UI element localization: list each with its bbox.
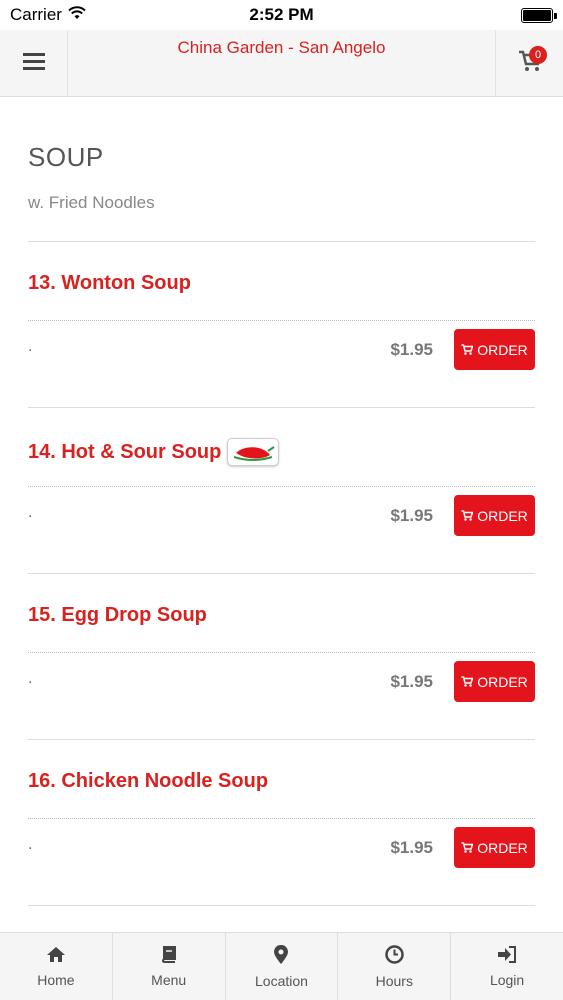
cart-icon: [461, 674, 474, 690]
home-icon: [46, 946, 66, 966]
clock-icon: [385, 944, 404, 967]
tab-login[interactable]: Login: [451, 933, 563, 1000]
item-price: $1.95: [390, 672, 433, 691]
menu-item: 13. Wonton Soup . $1.95 ORDER: [28, 242, 535, 408]
cart-icon: [461, 508, 474, 524]
order-label: ORDER: [477, 341, 528, 358]
order-button[interactable]: ORDER: [454, 827, 535, 868]
tab-label: Hours: [375, 972, 413, 989]
carrier-label: Carrier: [10, 5, 62, 24]
restaurant-title: China Garden - San Angelo: [177, 38, 386, 57]
order-button[interactable]: ORDER: [454, 661, 535, 702]
dotted-divider: [28, 486, 535, 487]
section-title: SOUP: [28, 142, 104, 172]
tab-hours[interactable]: Hours: [338, 933, 452, 1000]
tab-label: Home: [37, 971, 75, 988]
tab-home[interactable]: Home: [0, 933, 113, 1000]
bottom-tab-bar: Home Menu Location Hours Login: [0, 932, 563, 1000]
tab-label: Menu: [151, 972, 187, 988]
book-icon: [160, 945, 178, 966]
cart-icon: [461, 342, 474, 358]
tab-menu[interactable]: Menu: [113, 933, 226, 1000]
order-label: ORDER: [477, 839, 528, 856]
order-label: ORDER: [477, 673, 528, 690]
cart-count-badge: 0: [529, 46, 547, 64]
item-name[interactable]: 14. Hot & Sour Soup: [28, 438, 280, 466]
tab-label: Location: [255, 972, 308, 989]
item-name-text: 16. Chicken Noodle Soup: [28, 770, 269, 792]
item-price: $1.95: [390, 506, 433, 525]
menu-content: SOUP w. Fried Noodles 13. Wonton Soup . …: [28, 97, 535, 906]
hot-pepper-icon: [227, 438, 280, 466]
wifi-icon: [68, 5, 86, 25]
item-name[interactable]: 15. Egg Drop Soup: [28, 604, 207, 627]
order-label: ORDER: [477, 507, 528, 524]
section-subtitle: w. Fried Noodles: [28, 193, 155, 212]
item-price: $1.95: [390, 838, 433, 857]
battery-icon: [521, 7, 557, 23]
order-button[interactable]: ORDER: [454, 329, 535, 370]
dotted-divider: [28, 652, 535, 653]
item-name[interactable]: 16. Chicken Noodle Soup: [28, 770, 268, 793]
item-description: .: [28, 836, 33, 853]
menu-item: 14. Hot & Sour Soup . $1.95 ORDER: [28, 408, 535, 574]
cart-button[interactable]: 0: [495, 30, 563, 96]
app-header: China Garden - San Angelo 0: [0, 30, 563, 97]
order-button[interactable]: ORDER: [454, 495, 535, 536]
dotted-divider: [28, 320, 535, 321]
item-price: $1.95: [390, 340, 433, 359]
hamburger-icon: [22, 52, 45, 75]
map-pin-icon: [274, 944, 289, 967]
status-bar: Carrier 2:52 PM: [0, 0, 563, 30]
item-name[interactable]: 13. Wonton Soup: [28, 272, 191, 295]
menu-item: 16. Chicken Noodle Soup . $1.95 ORDER: [28, 740, 535, 906]
dotted-divider: [28, 818, 535, 819]
item-name-text: 13. Wonton Soup: [28, 272, 191, 294]
item-description: .: [28, 670, 33, 687]
item-name-text: 14. Hot & Sour Soup: [28, 440, 222, 463]
menu-item: 15. Egg Drop Soup . $1.95 ORDER: [28, 574, 535, 740]
item-description: .: [28, 504, 33, 521]
tab-location[interactable]: Location: [226, 933, 339, 1000]
login-icon: [497, 945, 517, 966]
item-name-text: 15. Egg Drop Soup: [28, 604, 207, 626]
tab-label: Login: [489, 971, 525, 988]
hamburger-menu-button[interactable]: [0, 30, 68, 96]
cart-icon: [461, 840, 474, 856]
item-description: .: [28, 338, 33, 355]
